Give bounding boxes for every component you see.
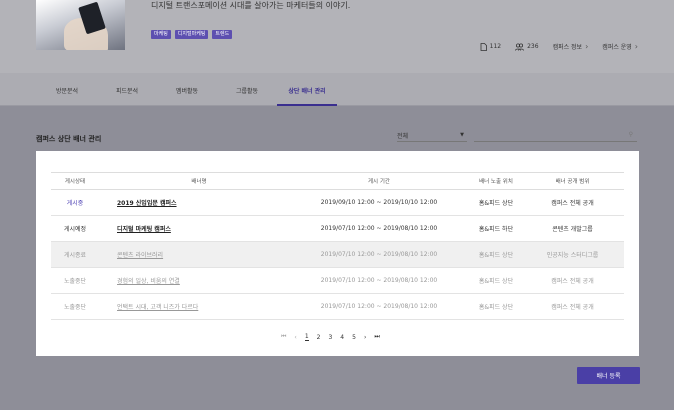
row-banner-name-link[interactable]: 디지털 마케팅 캠퍼스 [117, 224, 171, 233]
tag-item[interactable]: 마케팅 [151, 30, 171, 39]
row-status: 게시예정 [63, 226, 87, 233]
row-period: 2019/07/10 12:00 ~ 2019/08/10 12:00 [320, 225, 438, 232]
search-input[interactable]: ⚲ [474, 131, 637, 142]
members-icon [515, 42, 525, 51]
status-filter-select[interactable]: 전체 ▼ [397, 131, 467, 142]
row-position: 홈&피드 하단 [478, 226, 514, 233]
row-period: 2019/07/10 12:00 ~ 2019/08/10 12:00 [320, 303, 438, 310]
members-count: 236 [527, 43, 539, 50]
row-position: 홈&피드 상단 [478, 278, 514, 285]
last-page-icon[interactable]: ⏭ [374, 333, 379, 341]
table-row[interactable]: 게시예정 디지털 마케팅 캠퍼스 2019/07/10 12:00 ~ 2019… [51, 216, 624, 242]
search-icon: ⚲ [628, 131, 633, 138]
page-link[interactable]: 5 [352, 334, 356, 341]
row-banner-name-link[interactable]: 콘텐츠 라이브러리 [117, 250, 163, 259]
page-link[interactable]: 3 [328, 334, 332, 341]
campus-info-link[interactable]: 캠퍼스 정보 › [553, 42, 589, 51]
row-banner-name-link[interactable]: 2019 신입입문 캠퍼스 [117, 198, 177, 207]
tab-bar: 방문분석 피드분석 멤버활동 그룹활동 상단 배너 관리 [0, 73, 674, 106]
row-scope: 콘텐츠 개발그룹 [552, 226, 593, 233]
tag-item[interactable]: 트렌드 [212, 30, 233, 39]
campus-manage-link[interactable]: 캠퍼스 운영 › [602, 42, 638, 51]
tab-feed-analysis[interactable]: 피드분석 [110, 73, 144, 106]
row-position: 홈&피드 상단 [478, 304, 514, 311]
tab-member-activity[interactable]: 멤버활동 [170, 73, 204, 106]
page-link[interactable]: 4 [340, 334, 344, 341]
tab-group-activity[interactable]: 그룹활동 [230, 73, 264, 106]
row-scope: 인공지능 스터디그룹 [546, 252, 599, 259]
header-name: 배너명 [191, 179, 207, 185]
campus-stats: 112 236 캠퍼스 정보 › 캠퍼스 운영 › [480, 42, 638, 51]
row-period: 2019/07/10 12:00 ~ 2019/08/10 12:00 [320, 251, 438, 258]
page-link[interactable]: 1 [304, 333, 309, 341]
row-period: 2019/09/10 12:00 ~ 2019/10/10 12:00 [320, 199, 438, 206]
row-scope: 캠퍼스 전체 공개 [551, 200, 594, 207]
header-status: 게시상태 [64, 179, 86, 185]
table-header: 게시상태 배너명 게시 기간 배너 노출 위치 배너 공개 범위 [51, 172, 624, 190]
members-stat: 236 [515, 42, 539, 51]
tab-visit-analysis[interactable]: 방문분석 [50, 73, 84, 106]
banner-table-panel: 게시상태 배너명 게시 기간 배너 노출 위치 배너 공개 범위 게시중 201… [36, 151, 639, 356]
row-scope: 캠퍼스 전체 공개 [551, 278, 594, 285]
row-banner-name-link[interactable]: 언택트 시대, 고객 니즈가 다르다 [117, 302, 198, 311]
row-scope: 캠퍼스 전체 공개 [551, 304, 594, 311]
table-row[interactable]: 게시중 2019 신입입문 캠퍼스 2019/09/10 12:00 ~ 201… [51, 190, 624, 216]
row-status: 게시종료 [63, 252, 87, 259]
campus-header: 디지털 트랜스포메이션 시대를 살아가는 마케터들의 이야기. 마케팅 디지털마… [0, 0, 674, 73]
page-link[interactable]: 2 [317, 334, 321, 341]
campus-info-label: 캠퍼스 정보 [552, 44, 583, 51]
register-banner-button[interactable]: 배너 등록 [577, 367, 640, 384]
campus-thumbnail [36, 0, 125, 50]
row-position: 홈&피드 상단 [478, 200, 514, 207]
next-page-icon[interactable]: › [364, 334, 366, 341]
tab-top-banner[interactable]: 상단 배너 관리 [277, 73, 337, 106]
chevron-right-icon: › [585, 42, 589, 51]
row-status: 노출중단 [63, 278, 87, 285]
banner-table: 게시상태 배너명 게시 기간 배너 노출 위치 배너 공개 범위 게시중 201… [51, 172, 624, 320]
section-title: 캠퍼스 상단 배너 관리 [36, 135, 102, 143]
header-scope: 배너 공개 범위 [555, 179, 590, 185]
row-banner-name-link[interactable]: 경험의 일상, 비움의 연결 [117, 276, 180, 285]
first-page-icon[interactable]: ⏮ [281, 333, 286, 341]
row-period: 2019/07/10 12:00 ~ 2019/08/10 12:00 [320, 277, 438, 284]
row-position: 홈&피드 상단 [478, 252, 514, 259]
campus-tags: 마케팅 디지털마케팅 트렌드 [151, 30, 233, 39]
table-row[interactable]: 노출중단 언택트 시대, 고객 니즈가 다르다 2019/07/10 12:00… [51, 294, 624, 320]
table-row[interactable]: 노출중단 경험의 일상, 비움의 연결 2019/07/10 12:00 ~ 2… [51, 268, 624, 294]
chevron-right-icon: › [634, 42, 638, 51]
row-status: 게시중 [66, 200, 84, 207]
campus-manage-label: 캠퍼스 운영 [602, 44, 632, 51]
caret-down-icon: ▼ [460, 132, 464, 138]
document-icon [480, 42, 487, 51]
header-period: 게시 기간 [368, 179, 390, 185]
tag-item[interactable]: 디지털마케팅 [174, 30, 209, 39]
posts-stat: 112 [480, 42, 502, 51]
status-filter-value: 전체 [397, 133, 409, 140]
campus-description: 디지털 트랜스포메이션 시대를 살아가는 마케터들의 이야기. [151, 1, 351, 10]
table-row[interactable]: 게시종료 콘텐츠 라이브러리 2019/07/10 12:00 ~ 2019/0… [51, 242, 624, 268]
header-position: 배너 노출 위치 [479, 179, 513, 185]
row-status: 노출중단 [63, 304, 87, 311]
posts-count: 112 [489, 43, 502, 50]
pagination: ⏮ ‹ 1 2 3 4 5 › ⏭ [281, 333, 380, 341]
prev-page-icon[interactable]: ‹ [294, 334, 296, 341]
